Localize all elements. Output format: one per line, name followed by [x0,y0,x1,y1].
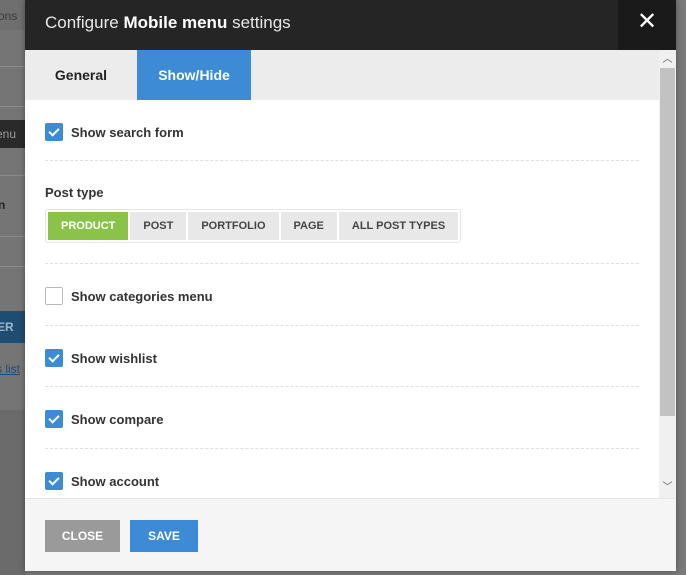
post-type-option-portfolio[interactable]: PORTFOLIO [188,212,279,240]
background-divider [0,236,26,237]
show-wishlist-row: Show wishlist [45,348,639,368]
show-compare-checkbox[interactable] [45,410,63,428]
background-divider [0,175,26,176]
background-button: ER [0,311,26,343]
show-categories-menu-label: Show categories menu [71,288,213,304]
separator [45,160,639,161]
scroll-down-icon[interactable]: ﹀ [659,480,676,496]
show-search-form-label: Show search form [71,124,184,140]
settings-content: Show search form Post type PRODUCT POST PO… [25,100,659,498]
show-wishlist-label: Show wishlist [71,350,157,366]
post-type-option-page[interactable]: PAGE [280,212,337,240]
separator [45,325,639,326]
show-compare-row: Show compare [45,409,639,429]
show-account-checkbox[interactable] [45,472,63,490]
separator [45,386,639,387]
background-divider [0,266,26,267]
post-type-selector: PRODUCT POST PORTFOLIO PAGE ALL POST TYPES [45,209,462,243]
post-type-option-post[interactable]: POST [130,212,187,240]
modal-footer: CLOSE SAVE [25,498,676,571]
post-type-option-all-post-types[interactable]: ALL POST TYPES [338,212,459,240]
show-account-label: Show account [71,473,160,489]
content-scrollbar[interactable]: ︿ ﹀ [659,50,676,498]
background-lower-area [0,410,26,575]
post-type-label: Post type [45,185,104,200]
show-search-form-checkbox[interactable] [45,123,63,141]
background-divider [0,66,26,67]
close-icon[interactable]: ✕ [618,0,676,50]
separator [45,263,639,264]
modal-title: Configure Mobile menu settings [45,13,291,32]
tab-bar: General Show/Hide [25,50,659,100]
settings-modal: Configure Mobile menu settings ✕ General… [25,0,676,571]
background-menu-label: enu [0,120,26,148]
background-divider [0,106,26,107]
background-link: s list [0,362,20,376]
background-text: n [0,198,6,212]
show-search-form-row: Show search form [45,122,639,142]
show-wishlist-checkbox[interactable] [45,349,63,367]
modal-header: Configure Mobile menu settings ✕ [25,0,676,50]
close-button[interactable]: CLOSE [45,520,120,552]
background-tab-text: cons [0,0,26,30]
save-button[interactable]: SAVE [130,520,198,552]
show-categories-menu-row: Show categories menu [45,286,639,306]
tab-general[interactable]: General [25,50,137,100]
modal-title-bold: Mobile menu [123,13,228,32]
show-account-row: Show account [45,471,639,491]
show-categories-menu-checkbox[interactable] [45,287,63,305]
post-type-option-product[interactable]: PRODUCT [48,212,129,240]
separator [45,448,639,449]
show-compare-label: Show compare [71,411,164,427]
scrollbar-thumb[interactable] [660,68,675,416]
tab-show-hide[interactable]: Show/Hide [137,50,251,100]
scroll-up-icon[interactable]: ︿ [659,52,676,68]
